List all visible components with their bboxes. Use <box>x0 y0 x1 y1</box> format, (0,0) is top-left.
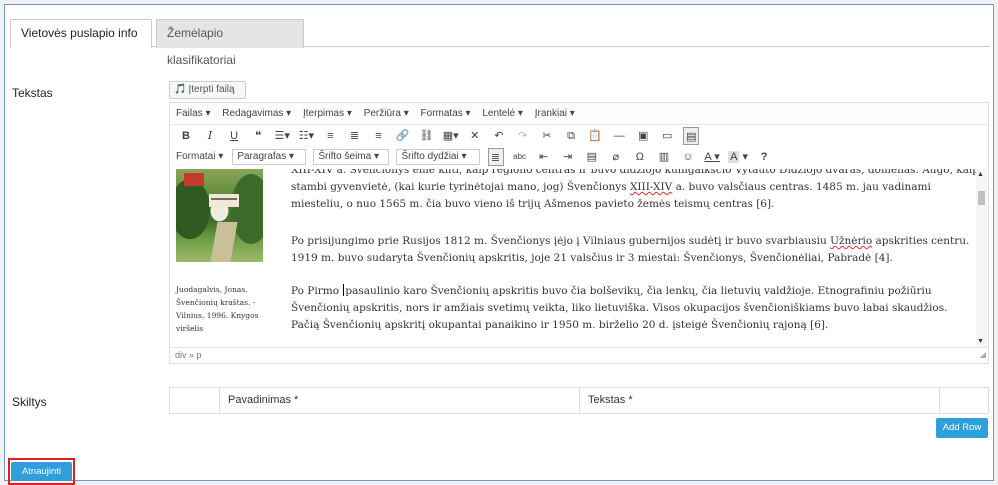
tab-bar: Vietovės puslapio info Žemėlapio klasifi… <box>10 19 990 67</box>
help-icon[interactable]: ? <box>756 148 772 166</box>
link-icon[interactable]: 🔗 <box>395 127 411 145</box>
paragraph-2: Po prisijungimo prie Rusijos 1812 m. Šve… <box>291 233 979 267</box>
underline-icon[interactable]: U <box>226 127 242 145</box>
menu-insert[interactable]: Įterpimas ▾ <box>303 108 352 119</box>
font-family-dropdown[interactable]: Šrifto šeima ▾ <box>313 149 390 165</box>
paragraph-3-text-a: Po Pirmo <box>291 285 343 297</box>
paragraph-1: XIII-XIV a. Švenčionys ėmė kilti, kaip r… <box>291 169 979 213</box>
justify-icon[interactable]: ≣ <box>487 148 504 166</box>
spelling-error: Užnėrio <box>830 235 873 247</box>
table-index-column <box>170 388 220 413</box>
menu-tools[interactable]: Įrankiai ▾ <box>535 108 575 119</box>
undo-icon[interactable]: ↶ <box>491 127 507 145</box>
italic-icon[interactable]: I <box>202 127 218 145</box>
paragraph-2-text-a: Po prisijungimo prie Rusijos 1812 m. Šve… <box>291 235 831 247</box>
add-row-button[interactable]: Add Row <box>936 418 988 438</box>
book-cover-image <box>176 169 263 262</box>
tab-zemelapio-klasifikatoriai[interactable]: Žemėlapio klasifikatoriai <box>156 19 304 67</box>
bold-icon[interactable]: B <box>178 127 194 145</box>
insert-file-button[interactable]: 🎵 Įterpti failą <box>169 81 246 99</box>
paragraph-3-text-b: pasaulinio karo Švenčionių apskritis buv… <box>291 285 948 331</box>
editor-toolbar-1: B I U ❝ ☰▾ ☷▾ ≡ ≣ ≡ 🔗 ⛓ ▦▾ ✕ ↶ ↷ ✂ ⧉ 📋 —… <box>170 127 988 147</box>
menu-table[interactable]: Lentelė ▾ <box>482 108 523 119</box>
clear-format-icon[interactable]: ⌀ <box>608 148 624 166</box>
update-button[interactable]: Atnaujinti <box>11 462 72 481</box>
menu-edit[interactable]: Redagavimas ▾ <box>222 108 291 119</box>
tab-vietoves-info[interactable]: Vietovės puslapio info <box>10 19 152 48</box>
fullscreen-icon[interactable]: ✕ <box>467 127 483 145</box>
rich-text-editor[interactable]: Failas ▾ Redagavimas ▾ Įterpimas ▾ Perži… <box>169 102 989 364</box>
font-size-dropdown[interactable]: Šrifto dydžiai ▾ <box>396 149 481 165</box>
align-right-icon[interactable]: ≡ <box>371 127 387 145</box>
insert-date-icon[interactable]: ▥ <box>656 148 672 166</box>
copy-icon[interactable]: ⧉ <box>563 127 579 145</box>
menu-view[interactable]: Peržiūra ▾ <box>364 108 409 119</box>
paste-icon[interactable]: 📋 <box>587 127 603 145</box>
editor-toolbar-2: Formatai ▾ Paragrafas ▾ Šrifto šeima ▾ Š… <box>170 148 988 168</box>
spelling-error: XIII-XIV <box>629 181 673 193</box>
media-embed-icon[interactable]: ▭ <box>659 127 675 145</box>
menu-file[interactable]: Failas ▾ <box>176 108 210 119</box>
table-header-tekstas: Tekstas * <box>580 388 940 413</box>
scrollbar-thumb[interactable] <box>978 191 985 205</box>
resize-handle-icon[interactable]: ◢ <box>980 347 986 362</box>
editor-statusbar: div » p ◢ <box>170 347 988 363</box>
font-family-dropdown-value: Šrifto šeima <box>318 151 372 162</box>
formats-dropdown[interactable]: Formatai ▾ <box>176 148 223 166</box>
bullet-list-icon[interactable]: ☰▾ <box>274 127 290 145</box>
text-color-icon[interactable]: A ▾ <box>704 148 720 166</box>
table-header-pavadinimas: Pavadinimas * <box>220 388 580 413</box>
scroll-up-icon[interactable]: ▲ <box>977 171 984 178</box>
blockquote-icon[interactable]: ❝ <box>250 127 266 145</box>
font-size-dropdown-value: Šrifto dydžiai <box>401 151 459 162</box>
editor-scrollbar[interactable]: ▲ ▼ <box>976 169 987 347</box>
insert-file-label: Įterpti failą <box>188 84 235 95</box>
editor-content[interactable]: Juodagalvis, Jonas. Švenčionių kraštas. … <box>170 169 988 347</box>
menu-format[interactable]: Formatas ▾ <box>421 108 471 119</box>
paste-text-icon[interactable]: ▤ <box>584 148 600 166</box>
table-icon[interactable]: ▦▾ <box>443 127 459 145</box>
background-color-icon[interactable]: A ▾ <box>728 148 748 166</box>
media-icon: 🎵 <box>174 84 187 95</box>
image-caption: Juodagalvis, Jonas. Švenčionių kraštas. … <box>176 285 259 333</box>
emoticon-icon[interactable]: ☺ <box>680 148 696 166</box>
strikethrough-icon[interactable]: abc <box>512 148 528 166</box>
cut-icon[interactable]: ✂ <box>539 127 555 145</box>
paragraph-dropdown[interactable]: Paragrafas ▾ <box>232 149 307 165</box>
align-center-icon[interactable]: ≣ <box>346 127 362 145</box>
redo-icon[interactable]: ↷ <box>515 127 531 145</box>
paragraph-3: Po Pirmo pasaulinio karo Švenčionių apsk… <box>291 283 979 334</box>
editor-menubar: Failas ▾ Redagavimas ▾ Įterpimas ▾ Perži… <box>170 103 988 125</box>
tekstas-label: Tekstas <box>12 86 53 100</box>
skiltys-table: Pavadinimas * Tekstas * <box>169 387 989 414</box>
horizontal-line-icon[interactable]: — <box>611 127 627 145</box>
numbered-list-icon[interactable]: ☷▾ <box>298 127 314 145</box>
align-left-icon[interactable]: ≡ <box>322 127 338 145</box>
skiltys-label: Skiltys <box>12 395 47 409</box>
toolbar-toggle-icon[interactable]: ▤ <box>683 127 700 145</box>
image-icon[interactable]: ▣ <box>635 127 651 145</box>
element-path: div » p <box>175 350 202 360</box>
unlink-icon[interactable]: ⛓ <box>419 127 435 145</box>
indent-icon[interactable]: ⇥ <box>560 148 576 166</box>
outdent-icon[interactable]: ⇤ <box>536 148 552 166</box>
paragraph-dropdown-value: Paragrafas <box>237 151 287 162</box>
special-char-icon[interactable]: Ω <box>632 148 648 166</box>
scroll-down-icon[interactable]: ▼ <box>977 338 984 345</box>
